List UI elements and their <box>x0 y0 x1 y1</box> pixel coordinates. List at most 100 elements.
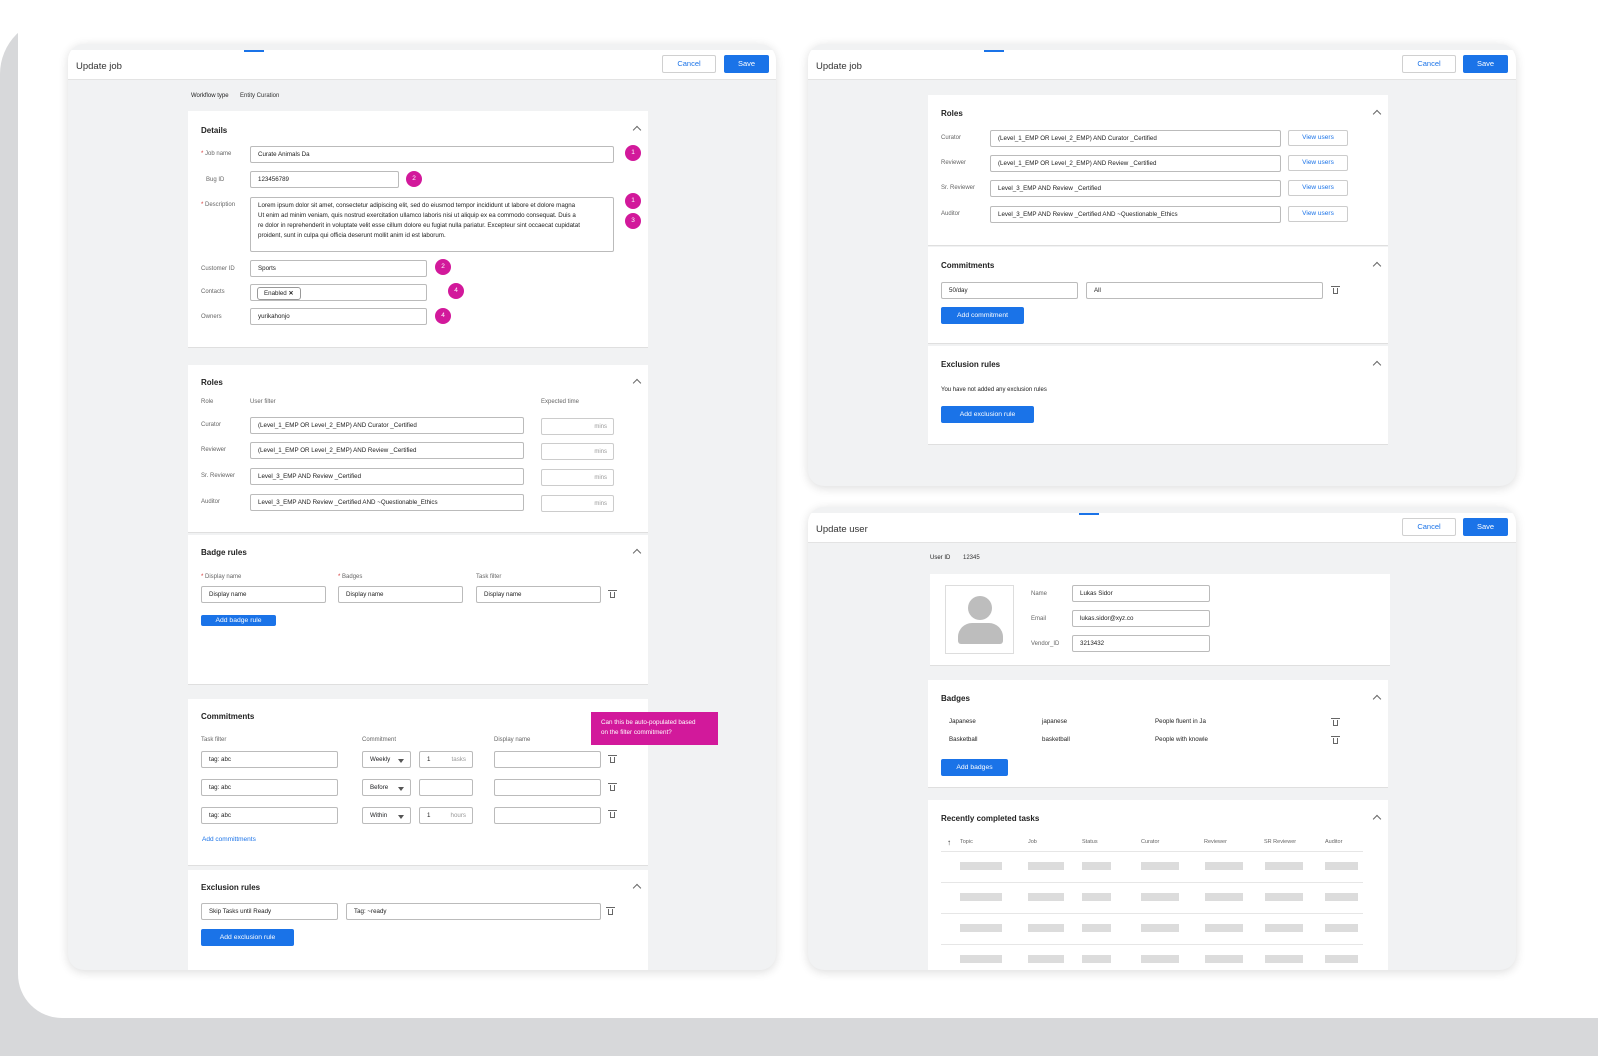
view-users-button[interactable]: View users <box>1288 206 1348 222</box>
commitment-period-select[interactable]: Before <box>362 779 411 796</box>
commitment-period-select[interactable]: Within <box>362 807 411 824</box>
task-filter-input[interactable]: tag: abc <box>201 751 338 768</box>
bug-id-input[interactable]: 123456789 <box>250 171 399 188</box>
skeleton-cell <box>1028 893 1064 901</box>
display-name-input[interactable]: Display name <box>201 586 326 603</box>
commitment-input[interactable]: 50/day <box>941 282 1078 299</box>
col-auditor[interactable]: Auditor <box>1325 839 1342 845</box>
expected-time-input[interactable]: mins <box>541 418 614 435</box>
save-button[interactable]: Save <box>724 55 769 73</box>
col-reviewer[interactable]: Reviewer <box>1204 839 1227 845</box>
chevron-up-icon[interactable] <box>632 883 642 893</box>
task-filter-input[interactable]: tag: abc <box>201 779 338 796</box>
add-commitment-button[interactable]: Add commitment <box>941 307 1024 324</box>
trash-icon[interactable] <box>1331 736 1340 744</box>
skeleton-cell <box>1141 955 1179 963</box>
cancel-button[interactable]: Cancel <box>662 55 716 73</box>
trash-icon[interactable] <box>1331 286 1340 294</box>
chevron-up-icon[interactable] <box>632 378 642 388</box>
trash-icon[interactable] <box>606 907 615 915</box>
table-row[interactable] <box>941 945 1363 970</box>
email-input[interactable]: lukas.sidor@xyz.co <box>1072 610 1210 627</box>
trash-icon[interactable] <box>608 810 617 818</box>
table-row[interactable] <box>941 914 1363 945</box>
cancel-button[interactable]: Cancel <box>1402 55 1456 73</box>
job-name-input[interactable]: Curate Animals Da <box>250 146 614 163</box>
user-filter-input[interactable]: Level_3_EMP AND Review _Certified <box>250 468 524 485</box>
skeleton-cell <box>1265 955 1303 963</box>
col-curator[interactable]: Curator <box>1141 839 1159 845</box>
chevron-up-icon[interactable] <box>1372 261 1382 271</box>
table-row[interactable] <box>941 883 1363 914</box>
save-button[interactable]: Save <box>1463 518 1508 536</box>
add-exclusion-rule-button[interactable]: Add exclusion rule <box>941 406 1034 423</box>
chevron-up-icon[interactable] <box>1372 694 1382 704</box>
user-id-value: 12345 <box>963 555 980 561</box>
commitment-period-select[interactable]: Weekly <box>362 751 411 768</box>
avatar[interactable] <box>945 585 1014 654</box>
user-filter-input[interactable]: Level_3_EMP AND Review _Certified AND ~Q… <box>990 206 1281 223</box>
trash-icon[interactable] <box>608 783 617 791</box>
skeleton-cell <box>1265 862 1303 870</box>
skeleton-cell <box>1141 862 1179 870</box>
user-filter-input[interactable]: (Level_1_EMP OR Level_2_EMP) AND Review … <box>250 442 524 459</box>
view-users-button[interactable]: View users <box>1288 130 1348 146</box>
contacts-input[interactable]: Enabled ✕ <box>250 284 427 301</box>
display-name-input[interactable] <box>494 779 601 796</box>
contact-chip[interactable]: Enabled ✕ <box>257 287 301 300</box>
add-badges-button[interactable]: Add badges <box>941 759 1008 776</box>
col-job[interactable]: Job <box>1028 839 1037 845</box>
cancel-button[interactable]: Cancel <box>1402 518 1456 536</box>
save-button[interactable]: Save <box>1463 55 1508 73</box>
commitment-count-input[interactable] <box>419 779 473 796</box>
owners-input[interactable]: yurikahonjo <box>250 308 427 325</box>
chevron-up-icon[interactable] <box>1372 360 1382 370</box>
badges-input[interactable]: Display name <box>338 586 463 603</box>
description-textarea[interactable]: Lorem ipsum dolor sit amet, consectetur … <box>250 197 614 252</box>
chevron-up-icon[interactable] <box>1372 109 1382 119</box>
table-row[interactable] <box>941 852 1363 883</box>
exclusion-rules-card: Exclusion rules Skip Tasks until Ready T… <box>188 870 648 970</box>
commitment-count-input[interactable]: 1 tasks <box>419 751 473 768</box>
user-filter-input[interactable]: (Level_1_EMP OR Level_2_EMP) AND Curator… <box>250 417 524 434</box>
add-badge-rule-button[interactable]: Add badge rule <box>201 615 276 626</box>
col-sr-reviewer[interactable]: SR Reviewer <box>1264 839 1296 845</box>
expected-time-input[interactable]: mins <box>541 443 614 460</box>
trash-icon[interactable] <box>608 590 617 598</box>
commitment-filter-input[interactable]: All <box>1086 282 1323 299</box>
close-icon[interactable]: ✕ <box>288 290 293 297</box>
update-user-panel: Update user Cancel Save User ID 12345 Na… <box>808 507 1516 970</box>
user-filter-input[interactable]: Level_3_EMP AND Review _Certified AND ~Q… <box>250 494 524 511</box>
view-users-button[interactable]: View users <box>1288 180 1348 196</box>
col-status[interactable]: Status <box>1082 839 1098 845</box>
add-commitments-link[interactable]: Add committments <box>202 836 256 843</box>
commitment-count-input[interactable]: 1 hours <box>419 807 473 824</box>
customer-id-input[interactable]: Sports <box>250 260 427 277</box>
exclusion-tag-input[interactable]: Tag: ~ready <box>346 903 601 920</box>
vendor-id-input[interactable]: 3213432 <box>1072 635 1210 652</box>
badges-label: * Badges <box>338 574 363 580</box>
exclusion-rule-input[interactable]: Skip Tasks until Ready <box>201 903 338 920</box>
skeleton-cell <box>1205 955 1243 963</box>
name-input[interactable]: Lukas Sidor <box>1072 585 1210 602</box>
user-filter-input[interactable]: Level_3_EMP AND Review _Certified <box>990 180 1281 197</box>
recent-tasks-card: Recently completed tasks ↑ Topic Job Sta… <box>928 800 1388 970</box>
chevron-up-icon[interactable] <box>632 548 642 558</box>
annotation-badge: 2 <box>435 259 451 275</box>
add-exclusion-rule-button[interactable]: Add exclusion rule <box>201 929 294 946</box>
expected-time-input[interactable]: mins <box>541 495 614 512</box>
expected-time-input[interactable]: mins <box>541 469 614 486</box>
col-topic[interactable]: Topic <box>960 839 973 845</box>
task-filter-input[interactable]: tag: abc <box>201 807 338 824</box>
user-filter-input[interactable]: (Level_1_EMP OR Level_2_EMP) AND Review … <box>990 155 1281 172</box>
display-name-input[interactable] <box>494 751 601 768</box>
arrow-up-icon[interactable]: ↑ <box>947 838 951 847</box>
chevron-up-icon[interactable] <box>1372 814 1382 824</box>
view-users-button[interactable]: View users <box>1288 155 1348 171</box>
trash-icon[interactable] <box>1331 718 1340 726</box>
trash-icon[interactable] <box>608 755 617 763</box>
display-name-input[interactable] <box>494 807 601 824</box>
task-filter-input[interactable]: Display name <box>476 586 601 603</box>
chevron-up-icon[interactable] <box>632 125 642 135</box>
user-filter-input[interactable]: (Level_1_EMP OR Level_2_EMP) AND Curator… <box>990 130 1281 147</box>
